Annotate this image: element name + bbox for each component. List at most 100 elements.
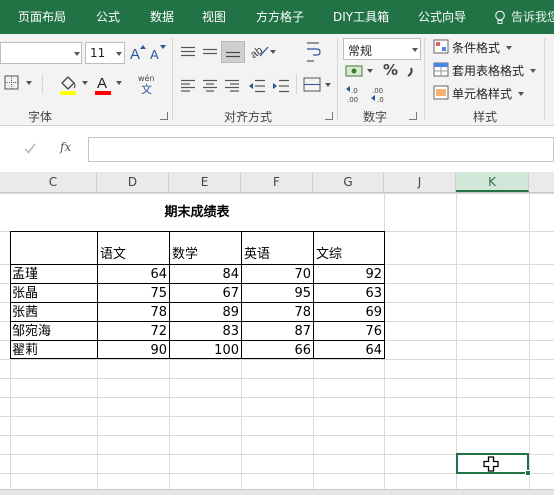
group-separator: [337, 38, 338, 120]
table-cell[interactable]: 100: [170, 341, 241, 360]
tab-diy-toolbox[interactable]: DIY工具箱: [333, 0, 389, 34]
table-cell[interactable]: 78: [98, 303, 169, 322]
font-name-dropdown[interactable]: [0, 42, 82, 64]
column-header-e[interactable]: E: [169, 172, 241, 192]
column-header-f[interactable]: F: [241, 172, 313, 192]
column-header-g[interactable]: G: [313, 172, 384, 192]
formula-input[interactable]: [88, 137, 554, 162]
wrap-text-icon[interactable]: [305, 40, 323, 66]
table-cell[interactable]: 69: [314, 303, 384, 322]
svg-text:.0: .0: [377, 96, 384, 103]
table-cell[interactable]: 95: [242, 284, 313, 303]
svg-text:.00: .00: [347, 96, 358, 103]
sheet-tab-strip: [0, 489, 554, 495]
align-top-icon[interactable]: [180, 46, 196, 58]
decrease-font-icon[interactable]: A: [150, 44, 166, 61]
table-cell[interactable]: 75: [98, 284, 169, 303]
borders-icon[interactable]: [4, 75, 34, 91]
number-format-dropdown[interactable]: 常规: [343, 38, 421, 60]
tab-view[interactable]: 视图: [202, 0, 226, 34]
tab-page-layout[interactable]: 页面布局: [18, 0, 66, 34]
currency-format-icon[interactable]: [345, 63, 379, 81]
tell-me-search[interactable]: 告诉我您: [511, 0, 554, 34]
format-as-table-button[interactable]: 套用表格格式: [452, 62, 524, 79]
table-cell[interactable]: 89: [170, 303, 241, 322]
tab-data[interactable]: 数据: [150, 0, 174, 34]
font-color-icon[interactable]: A: [94, 73, 128, 95]
align-middle-icon[interactable]: [202, 46, 218, 58]
decrease-decimal-icon[interactable]: .00 .0: [370, 85, 390, 103]
phonetic-icon[interactable]: wén 文: [138, 73, 160, 95]
align-right-icon[interactable]: [224, 79, 240, 93]
header-cell[interactable]: [10, 245, 97, 264]
tab-formula-wizard[interactable]: 公式向导: [418, 0, 466, 34]
align-bottom-button[interactable]: [221, 41, 245, 63]
table-cell[interactable]: 78: [242, 303, 313, 322]
svg-text:A: A: [150, 47, 159, 61]
table-cell[interactable]: 翟莉: [10, 341, 97, 360]
conditional-format-button[interactable]: 条件格式: [452, 39, 500, 56]
svg-text:.00: .00: [372, 87, 383, 95]
increase-decimal-icon[interactable]: .0 .00: [345, 85, 365, 103]
table-cell[interactable]: 84: [170, 265, 241, 284]
svg-text:.0: .0: [351, 87, 358, 95]
tab-fangfang[interactable]: 方方格子: [256, 0, 304, 34]
table-cell[interactable]: 66: [242, 341, 313, 360]
table-cell[interactable]: 64: [314, 341, 384, 360]
table-cell[interactable]: 孟瑾: [10, 265, 97, 284]
cell-styles-icon[interactable]: [433, 85, 449, 100]
conditional-format-icon[interactable]: [433, 39, 449, 54]
insert-function-button[interactable]: fx: [60, 140, 71, 154]
column-headers: C D E F G J K: [0, 172, 554, 193]
fill-color-icon[interactable]: [58, 73, 92, 95]
table-cell[interactable]: 张茜: [10, 303, 97, 322]
chevron-down-icon: [530, 69, 536, 73]
table-cell[interactable]: 63: [314, 284, 384, 303]
table-cell[interactable]: 92: [314, 265, 384, 284]
number-dialog-launcher[interactable]: [409, 112, 417, 120]
column-header-j[interactable]: J: [384, 172, 456, 192]
increase-font-icon[interactable]: A: [130, 44, 146, 61]
styles-group-label: 样式: [473, 110, 498, 124]
alignment-dialog-launcher[interactable]: [325, 112, 333, 120]
header-cell[interactable]: 数学: [170, 245, 241, 264]
header-cell[interactable]: 语文: [98, 245, 169, 264]
percent-style-button[interactable]: %: [383, 61, 398, 79]
table-cell[interactable]: 64: [98, 265, 169, 284]
ribbon-tab-bar: 页面布局 公式 数据 视图 方方格子 DIY工具箱 公式向导 告诉我您: [0, 0, 554, 34]
orientation-icon[interactable]: ab: [250, 42, 278, 60]
align-center-icon[interactable]: [202, 79, 218, 93]
formula-bar-spacer: [0, 162, 554, 172]
table-cell[interactable]: 70: [242, 265, 313, 284]
column-header-d[interactable]: D: [97, 172, 169, 192]
svg-text:A: A: [97, 75, 107, 92]
table-cell[interactable]: 张晶: [10, 284, 97, 303]
table-title[interactable]: 期末成绩表: [10, 203, 384, 222]
table-cell[interactable]: 76: [314, 322, 384, 341]
column-header-k[interactable]: K: [456, 172, 529, 192]
cell-cursor-icon: [483, 456, 499, 472]
increase-indent-icon[interactable]: [272, 79, 290, 93]
enter-check-icon[interactable]: [24, 143, 36, 154]
align-left-icon[interactable]: [180, 79, 196, 93]
ribbon: 11 A A A wén 文 字体 ab 对齐方式 常规 % .0 .00 .0…: [0, 34, 554, 126]
comma-style-icon[interactable]: [405, 64, 417, 78]
font-size-dropdown[interactable]: 11: [85, 42, 125, 64]
table-cell[interactable]: 90: [98, 341, 169, 360]
merge-center-icon[interactable]: [303, 77, 333, 93]
table-cell[interactable]: 83: [170, 322, 241, 341]
format-as-table-icon[interactable]: [433, 62, 449, 77]
decrease-indent-icon[interactable]: [248, 79, 266, 93]
table-cell[interactable]: 邹宛海: [10, 322, 97, 341]
cell-styles-button[interactable]: 单元格样式: [452, 85, 512, 102]
column-header-c[interactable]: C: [10, 172, 97, 192]
table-cell[interactable]: 67: [170, 284, 241, 303]
tab-formulas[interactable]: 公式: [96, 0, 120, 34]
fill-handle[interactable]: [525, 470, 531, 476]
header-cell[interactable]: 文综: [314, 245, 384, 264]
worksheet-grid[interactable]: 期末成绩表 语文 数学 英语 文综 孟瑾 64 84 70 92 张晶 75 6…: [0, 193, 554, 495]
table-cell[interactable]: 72: [98, 322, 169, 341]
table-cell[interactable]: 87: [242, 322, 313, 341]
font-dialog-launcher[interactable]: [160, 112, 168, 120]
header-cell[interactable]: 英语: [242, 245, 313, 264]
